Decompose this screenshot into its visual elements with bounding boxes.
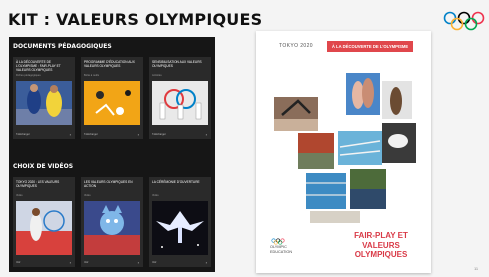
- doc-card-3[interactable]: SENSIBILISATION AUX VALEURS OLYMPIQUES A…: [149, 57, 211, 139]
- card-title: À LA DÉCOUVERTE DE L'OLYMPISME : FAIR-PL…: [16, 60, 61, 72]
- section-title-documents: DOCUMENTS PÉDAGOGIQUES: [13, 43, 112, 50]
- mascot-photo: [84, 201, 140, 255]
- olympic-rings-logo: [443, 11, 485, 31]
- card-subtitle: Boîte à outils: [84, 74, 99, 77]
- cover-title: FAIR-PLAY ET VALEURS OLYMPIQUES: [338, 231, 424, 260]
- card-footer: Télécharger: [16, 133, 30, 136]
- card-subtitle: Activités: [152, 74, 162, 77]
- doc-card-2[interactable]: PROGRAMME D'ÉDUCATION AUX VALEURS OLYMPI…: [81, 57, 143, 139]
- video-card-3[interactable]: LA CÉRÉMONIE D'OUVERTURE Vidéo Voir ›: [149, 177, 211, 267]
- card-title: LA CÉRÉMONIE D'OUVERTURE: [152, 180, 200, 184]
- card-title: PROGRAMME D'ÉDUCATION AUX VALEURS OLYMPI…: [84, 60, 135, 68]
- arrow-icon: ›: [69, 132, 71, 137]
- card-footer: Télécharger: [152, 133, 166, 136]
- arrow-icon: ›: [137, 132, 139, 137]
- handball-photo: [16, 81, 72, 125]
- card-footer: Télécharger: [84, 133, 98, 136]
- tokyo-logo: TOKYO 2020: [279, 43, 313, 49]
- video-card-1[interactable]: TOKYO 2020 : LES VALEURS OLYMPIQUES Vidé…: [13, 177, 75, 267]
- cover-banner: À LA DÉCOUVERTE DE L'OLYMPISME: [327, 41, 413, 52]
- slide: KIT : VALEURS OLYMPIQUES DOCUMENTS PÉDAG…: [0, 0, 489, 277]
- arrow-icon: ›: [205, 260, 207, 265]
- document-cover[interactable]: TOKYO 2020 À LA DÉCOUVERTE DE L'OLYMPISM…: [256, 31, 431, 273]
- card-subtitle: Vidéo: [84, 194, 91, 197]
- athletes-photo: [152, 81, 208, 125]
- olympic-rings-small-icon: [271, 238, 285, 245]
- ceremony-dove-photo: [152, 201, 208, 255]
- doc-card-1[interactable]: À LA DÉCOUVERTE DE L'OLYMPISME : FAIR-PL…: [13, 57, 75, 139]
- edu-logo-line2: EDUCATION: [270, 249, 293, 254]
- card-subtitle: Vidéo: [152, 194, 159, 197]
- card-footer: Voir: [16, 261, 21, 264]
- card-title: SENSIBILISATION AUX VALEURS OLYMPIQUES: [152, 60, 202, 68]
- card-title: LES VALEURS OLYMPIQUES EN ACTION: [84, 180, 133, 188]
- olympic-education-logo: OLYMPIC EDUCATION: [270, 238, 292, 254]
- resources-panel: DOCUMENTS PÉDAGOGIQUES À LA DÉCOUVERTE D…: [9, 37, 215, 272]
- page-number: 11: [474, 266, 479, 271]
- arrow-icon: ›: [205, 132, 207, 137]
- card-title: TOKYO 2020 : LES VALEURS OLYMPIQUES: [16, 180, 60, 188]
- video-card-2[interactable]: LES VALEURS OLYMPIQUES EN ACTION Vidéo V…: [81, 177, 143, 267]
- arrow-icon: ›: [137, 260, 139, 265]
- illustration-image: [84, 81, 140, 125]
- photo-collage: [274, 73, 416, 223]
- section-title-videos: CHOIX DE VIDÉOS: [13, 163, 74, 170]
- card-footer: Voir: [84, 261, 89, 264]
- card-footer: Voir: [152, 261, 157, 264]
- arrow-icon: ›: [69, 260, 71, 265]
- card-subtitle: Fiches pédagogiques: [16, 74, 41, 77]
- runner-photo: [16, 201, 72, 255]
- cover-title-line1: FAIR-PLAY ET: [354, 231, 408, 240]
- cover-title-line2: VALEURS OLYMPIQUES: [354, 240, 408, 260]
- slide-title: KIT : VALEURS OLYMPIQUES: [8, 10, 263, 29]
- card-subtitle: Vidéo: [16, 194, 23, 197]
